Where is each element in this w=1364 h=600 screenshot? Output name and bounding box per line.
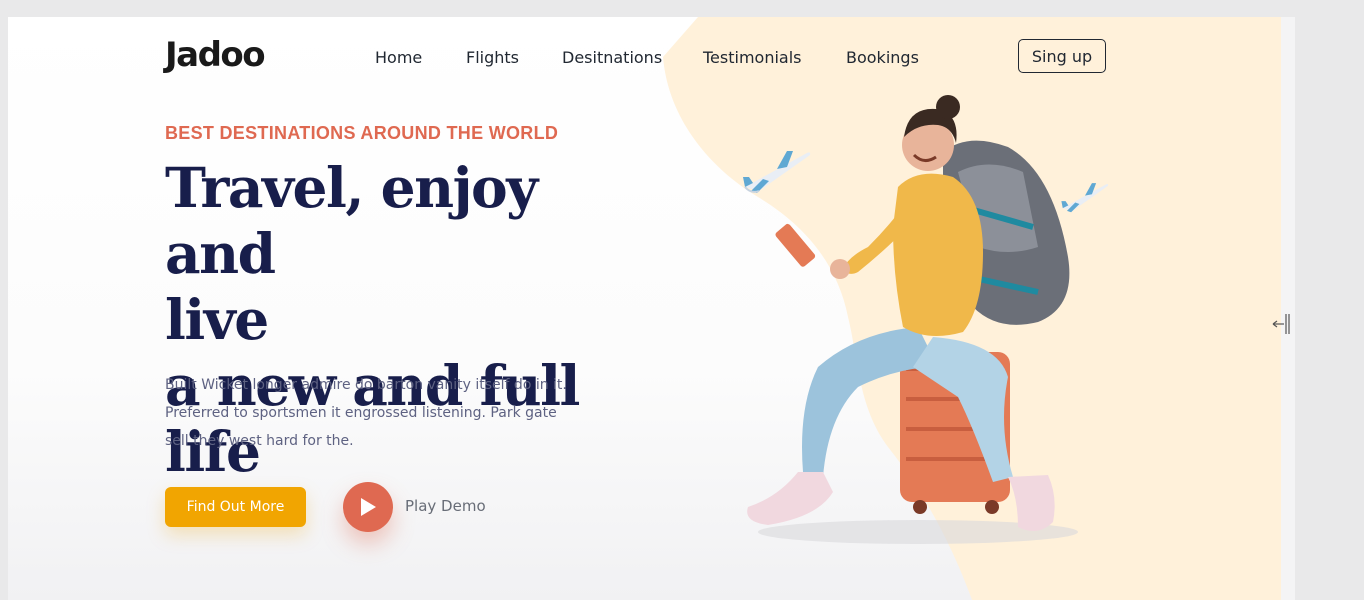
brand-logo[interactable]: Jadoo: [165, 35, 266, 75]
find-out-more-button[interactable]: Find Out More: [165, 487, 306, 527]
headline-line-2: live: [165, 287, 269, 352]
nav-home[interactable]: Home: [375, 48, 422, 67]
play-demo-label[interactable]: Play Demo: [405, 497, 486, 515]
nav-flights[interactable]: Flights: [466, 48, 519, 67]
description-line-2: Preferred to sportsmen it engrossed list…: [165, 405, 557, 421]
traveler-illustration: [747, 95, 1078, 544]
play-demo-button[interactable]: [343, 482, 393, 532]
landing-page: Jadoo Home Flights Desitnations Testimon…: [8, 17, 1281, 600]
hero-description: Built Wicket longer admire do barton van…: [165, 371, 615, 455]
nav-destinations[interactable]: Desitnations: [562, 48, 662, 67]
nav-testimonials[interactable]: Testimonials: [703, 48, 802, 67]
description-line-1: Built Wicket longer admire do barton van…: [165, 377, 567, 393]
nav-bookings[interactable]: Bookings: [846, 48, 919, 67]
headline-line-1: Travel, enjoy and: [165, 155, 538, 286]
play-icon: [361, 498, 376, 516]
resize-handle-icon[interactable]: [1270, 312, 1292, 336]
signup-button[interactable]: Sing up: [1018, 39, 1106, 73]
description-line-3: sell they west hard for the.: [165, 433, 354, 449]
hero-eyebrow: BEST DESTINATIONS AROUND THE WORLD: [165, 123, 559, 143]
right-gutter: [1281, 17, 1295, 600]
